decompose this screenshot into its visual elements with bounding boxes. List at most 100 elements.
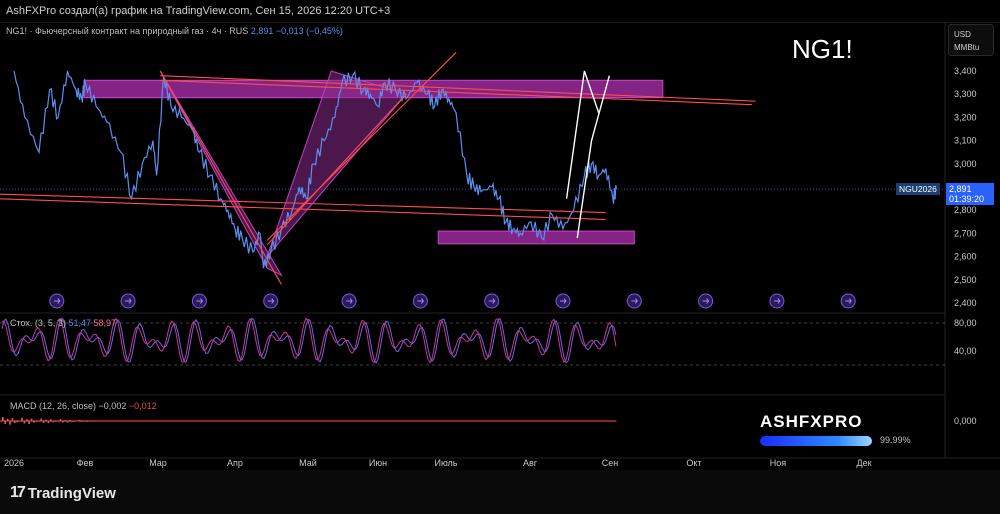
currency-unit-button[interactable]: USD MMBtu xyxy=(948,24,994,56)
macd-histogram-bar xyxy=(83,420,86,421)
macd-histogram-bar xyxy=(11,418,14,421)
macd-histogram-bar xyxy=(40,418,42,421)
main-legend[interactable]: NG1! · Фьючерсный контракт на природный … xyxy=(6,26,343,36)
macd-tick-label: 0,000 xyxy=(954,416,977,426)
price-change-value: −0,013 (−0,45%) xyxy=(275,26,343,36)
bar-countdown: 01:39:20 xyxy=(949,194,985,204)
macd-histogram-bar xyxy=(28,421,30,424)
stochastic-d-value: 58,97 xyxy=(93,318,117,328)
time-tick-label: 2026 xyxy=(4,458,24,468)
macd-histogram-bar xyxy=(78,419,81,421)
tradingview-logo-text: TradingView xyxy=(27,484,116,502)
macd-histogram-bar xyxy=(26,419,28,421)
brand-progress-bar xyxy=(760,436,872,446)
macd-histogram-bar xyxy=(6,418,9,421)
time-tick-label: Апр xyxy=(227,458,243,468)
event-marker-icon[interactable] xyxy=(263,293,279,309)
price-tick-label: 2,800 xyxy=(954,205,977,215)
price-tick-label: 2,600 xyxy=(954,252,977,262)
event-marker-icon[interactable] xyxy=(120,293,136,309)
macd-value-1: −0,002 xyxy=(98,401,127,411)
macd-histogram-bar xyxy=(69,419,71,421)
event-marker-icon[interactable] xyxy=(840,293,856,309)
event-marker-icon[interactable] xyxy=(412,293,428,309)
macd-histogram-bar xyxy=(2,417,4,421)
stochastic-legend[interactable]: Стох. (3, 5, 3) 51,47 58,97 xyxy=(10,318,116,328)
macd-histogram-bar xyxy=(42,421,45,423)
last-price-tag: NGU2026 2,891 01:39:20 xyxy=(896,183,994,205)
macd-legend[interactable]: MACD (12, 26, close) −0,002 −0,012 xyxy=(10,401,157,411)
price-tick-label: 3,400 xyxy=(954,66,977,76)
unit-label: MMBtu xyxy=(954,43,980,52)
price-tick-label: 2,500 xyxy=(954,275,977,285)
macd-histogram-bar xyxy=(54,421,57,422)
event-marker-icon[interactable] xyxy=(769,293,785,309)
macd-histogram-bar xyxy=(38,421,40,422)
event-marker-icon[interactable] xyxy=(626,293,642,309)
macd-value-2: −0,012 xyxy=(128,401,157,411)
chart-header: AshFXPro создал(а) график на TradingView… xyxy=(6,5,391,17)
last-price-text: 2,891 xyxy=(949,184,972,194)
stochastic-label: Стох. (3, 5, 3) xyxy=(10,318,66,328)
macd-histogram-bar xyxy=(88,420,90,421)
price-tick-label: 3,000 xyxy=(954,159,977,169)
macd-histogram-bar xyxy=(50,419,52,421)
macd-histogram-bar xyxy=(59,419,62,421)
stochastic-tick-label: 80,00 xyxy=(954,318,977,328)
tradingview-mark-icon: 17 xyxy=(10,484,26,501)
price-tick-label: 3,100 xyxy=(954,136,977,146)
time-tick-label: Ноя xyxy=(770,458,787,468)
price-tick-label: 2,400 xyxy=(954,298,977,308)
macd-histogram-bar xyxy=(18,421,21,422)
time-tick-label: Окт xyxy=(686,458,701,468)
watermark-brand: ASHFXPRO 99.99% xyxy=(760,412,920,452)
last-price-value: 2,891 xyxy=(250,26,274,36)
macd-histogram-bar xyxy=(23,421,26,424)
time-tick-label: Фев xyxy=(77,458,94,468)
macd-histogram-bar xyxy=(21,417,23,421)
event-marker-icon[interactable] xyxy=(484,293,500,309)
time-tick-label: Июн xyxy=(369,458,387,468)
price-tick-label: 2,700 xyxy=(954,228,977,238)
time-tick-label: Сен xyxy=(602,458,619,468)
macd-histogram-bar xyxy=(74,421,76,422)
macd-histogram-bar xyxy=(35,421,38,423)
event-marker-icon[interactable] xyxy=(698,293,714,309)
macd-histogram-bar xyxy=(52,421,54,423)
macd-histogram-bar xyxy=(30,418,33,421)
macd-histogram-bar xyxy=(71,421,74,422)
brand-name: ASHFXPRO xyxy=(760,412,863,431)
tradingview-logo[interactable]: 17 TradingView xyxy=(10,484,116,502)
macd-histogram-bar xyxy=(47,421,50,424)
macd-histogram-bar xyxy=(86,421,88,422)
macd-histogram-bar xyxy=(9,421,11,425)
macd-histogram-bar xyxy=(16,421,18,423)
event-marker-icon[interactable] xyxy=(49,293,65,309)
macd-histogram-bar xyxy=(4,421,6,425)
macd-histogram-bar xyxy=(64,420,66,421)
event-marker-icon[interactable] xyxy=(555,293,571,309)
symbol-title-overlay: NG1! xyxy=(792,34,853,64)
time-tick-label: Авг xyxy=(523,458,538,468)
time-tick-label: Мар xyxy=(149,458,167,468)
currency-label: USD xyxy=(954,30,971,39)
event-marker-icon[interactable] xyxy=(341,293,357,309)
macd-histogram-bar xyxy=(45,419,47,421)
macd-label: MACD (12, 26, close) xyxy=(10,401,97,411)
macd-histogram-bar xyxy=(66,421,69,423)
time-tick-label: Май xyxy=(299,458,317,468)
brand-percent: 99.99% xyxy=(880,435,911,445)
price-tick-label: 3,300 xyxy=(954,89,977,99)
macd-histogram-bar xyxy=(14,421,16,424)
macd-histogram-bar xyxy=(62,421,64,423)
stochastic-k-value: 51,47 xyxy=(68,318,91,328)
last-price-label: 2,891 01:39:20 xyxy=(946,183,994,205)
time-tick-label: Дек xyxy=(856,458,871,468)
event-marker-icon[interactable] xyxy=(191,293,207,309)
symbol-description: NG1! · Фьючерсный контракт на природный … xyxy=(6,26,249,36)
time-tick-label: Июль xyxy=(435,458,458,468)
stochastic-tick-label: 40,00 xyxy=(954,346,977,356)
contract-symbol-label: NGU2026 xyxy=(896,183,940,195)
footer-bar xyxy=(0,470,1000,514)
macd-histogram-bar xyxy=(33,421,35,423)
